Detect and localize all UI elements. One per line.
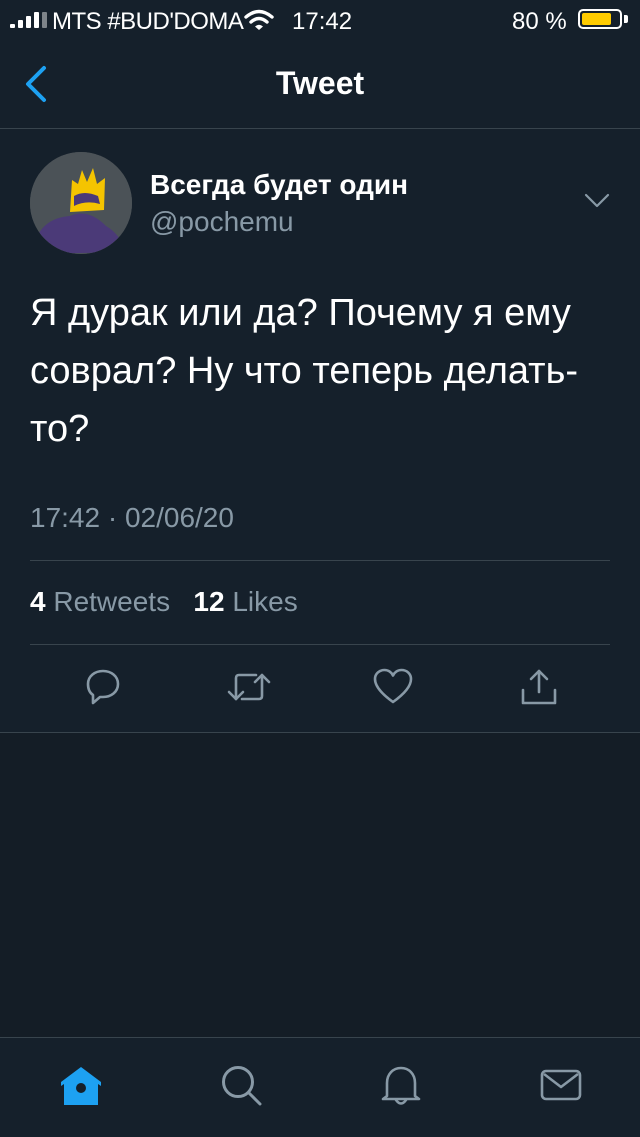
like-count: 12 [193, 586, 225, 617]
tweet-text: Я дурак или да? Почему я ему соврал? Ну … [30, 292, 579, 450]
retweet-label: Retweets [53, 586, 171, 617]
avatar-image [30, 152, 132, 254]
retweet-icon[interactable] [226, 666, 272, 708]
battery-level [582, 13, 611, 25]
retweet-count: 4 [30, 586, 46, 617]
search-icon[interactable] [218, 1062, 264, 1108]
chevron-down-icon[interactable] [584, 193, 610, 209]
battery-percent: 80 % [512, 8, 567, 35]
share-icon[interactable] [518, 666, 560, 708]
author-name[interactable]: Всегда будет один [150, 169, 408, 201]
like-icon[interactable] [372, 666, 414, 708]
tweet-timestamp: 17:42 · 02/06/20 [30, 502, 234, 533]
wifi-icon [244, 9, 274, 30]
status-bar: MTS #BUD'DOMA 17:42 80 % [0, 0, 640, 40]
reply-icon[interactable] [82, 666, 124, 708]
tweet-detail: Всегда будет один @pochemu Я дурак или д… [0, 129, 640, 733]
battery-tip [624, 15, 628, 23]
like-label: Likes [232, 586, 298, 617]
carrier-name: MTS #BUD'DOMA [52, 8, 244, 35]
status-time: 17:42 [292, 8, 353, 35]
home-icon[interactable] [58, 1062, 104, 1108]
likes-stat[interactable]: 12 Likes [193, 586, 297, 617]
navigation-bar: Tweet [0, 40, 640, 129]
battery-icon [578, 9, 622, 29]
retweets-stat[interactable]: 4 Retweets [30, 586, 170, 617]
avatar[interactable] [30, 152, 132, 254]
author-handle[interactable]: @pochemu [150, 206, 294, 238]
page-title: Tweet [275, 65, 365, 101]
signal-icon [10, 12, 48, 28]
messages-icon[interactable] [538, 1062, 584, 1108]
divider [30, 644, 610, 645]
tab-bar [0, 1037, 640, 1137]
notifications-icon[interactable] [378, 1062, 424, 1108]
divider [30, 560, 610, 561]
tweet-stats: 4 Retweets 12 Likes [30, 586, 298, 618]
